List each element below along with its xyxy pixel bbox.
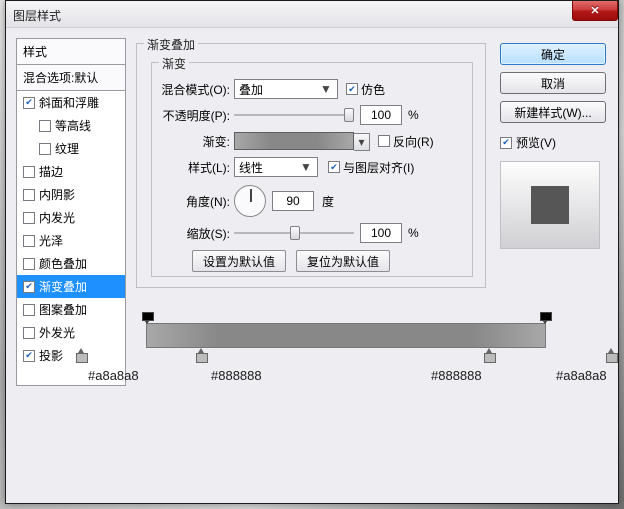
style-checkbox[interactable]: ✔ — [23, 97, 35, 109]
style-label: 斜面和浮雕 — [39, 94, 99, 111]
new-style-button[interactable]: 新建样式(W)... — [500, 101, 606, 123]
angle-unit: 度 — [322, 193, 334, 210]
style-checkbox[interactable] — [23, 258, 35, 270]
blend-options-default[interactable]: 混合选项:默认 — [16, 65, 126, 91]
style-item[interactable]: 颜色叠加 — [17, 252, 125, 275]
titlebar[interactable]: 图层样式 ✕ — [6, 1, 618, 28]
opacity-stop[interactable] — [142, 312, 152, 323]
gradient-group: 渐变 混合模式(O): 叠加▼ ✔ 仿色 不透明度(P): 100 % — [151, 62, 473, 277]
opacity-stop[interactable] — [540, 312, 550, 323]
style-checkbox[interactable] — [23, 166, 35, 178]
style-item[interactable]: 纹理 — [17, 137, 125, 160]
preview-swatch — [500, 161, 600, 249]
color-stop[interactable] — [484, 348, 494, 362]
style-label: 纹理 — [55, 140, 79, 157]
color-label: #a8a8a8 — [88, 368, 139, 383]
style-label: 样式(L): — [158, 159, 230, 176]
cancel-button[interactable]: 取消 — [500, 72, 606, 94]
angle-dial[interactable] — [234, 185, 266, 217]
gradient-bar[interactable] — [146, 323, 546, 348]
color-label: #a8a8a8 — [556, 368, 607, 383]
style-checkbox[interactable] — [39, 120, 51, 132]
make-default-button[interactable]: 设置为默认值 — [192, 250, 286, 272]
styles-panel: 样式 混合选项:默认 ✔ 斜面和浮雕等高线纹理描边内阴影内发光光泽颜色叠加 ✔ 渐变叠… — [16, 38, 126, 386]
styles-list: ✔ 斜面和浮雕等高线纹理描边内阴影内发光光泽颜色叠加 ✔ 渐变叠加图案叠加外发光 ✔ 投影 — [16, 91, 126, 386]
dither-label: 仿色 — [361, 81, 385, 98]
style-checkbox[interactable] — [23, 235, 35, 247]
style-label: 外发光 — [39, 324, 75, 341]
layer-style-dialog: 图层样式 ✕ 样式 混合选项:默认 ✔ 斜面和浮雕等高线纹理描边内阴影内发光光泽颜… — [5, 0, 619, 504]
style-checkbox[interactable]: ✔ — [23, 350, 35, 362]
style-label: 描边 — [39, 163, 63, 180]
chevron-down-icon[interactable]: ▾ — [354, 133, 370, 151]
style-item[interactable]: 描边 — [17, 160, 125, 183]
style-item[interactable]: 等高线 — [17, 114, 125, 137]
angle-label: 角度(N): — [158, 193, 230, 210]
ok-button[interactable]: 确定 — [500, 43, 606, 65]
style-checkbox[interactable] — [23, 212, 35, 224]
reverse-label: 反向(R) — [393, 133, 434, 150]
align-checkbox[interactable]: ✔ — [328, 161, 340, 173]
color-stop[interactable] — [76, 348, 86, 362]
scale-slider[interactable] — [234, 225, 354, 241]
opacity-value[interactable]: 100 — [360, 105, 402, 125]
style-item[interactable]: ✔ 渐变叠加 — [17, 275, 125, 298]
color-stop[interactable] — [196, 348, 206, 362]
preview-checkbox[interactable]: ✔ — [500, 137, 512, 149]
gradient-overlay-group: 渐变叠加 渐变 混合模式(O): 叠加▼ ✔ 仿色 不透明度(P): 100 % — [136, 43, 486, 288]
style-label: 渐变叠加 — [39, 278, 87, 295]
style-label: 等高线 — [55, 117, 91, 134]
scale-value[interactable]: 100 — [360, 223, 402, 243]
style-item[interactable]: 光泽 — [17, 229, 125, 252]
style-item[interactable]: 内发光 — [17, 206, 125, 229]
align-label: 与图层对齐(I) — [343, 159, 414, 176]
style-checkbox[interactable] — [23, 189, 35, 201]
group-title-outer: 渐变叠加 — [144, 36, 198, 53]
style-label: 图案叠加 — [39, 301, 87, 318]
opacity-label: 不透明度(P): — [158, 107, 230, 124]
style-checkbox[interactable] — [23, 304, 35, 316]
preview-label: 预览(V) — [516, 134, 556, 151]
style-combo[interactable]: 线性 ▼ — [234, 157, 318, 177]
gradient-preview[interactable]: ▾ — [234, 132, 354, 150]
style-item[interactable]: ✔ 投影 — [17, 344, 125, 367]
style-item[interactable]: 外发光 — [17, 321, 125, 344]
blendmode-combo[interactable]: 叠加 ▼ — [234, 79, 338, 99]
scale-label: 缩放(S): — [158, 225, 230, 242]
style-checkbox[interactable] — [23, 327, 35, 339]
dither-checkbox[interactable]: ✔ — [346, 83, 358, 95]
style-value: 线性 — [239, 159, 263, 176]
styles-header[interactable]: 样式 — [16, 38, 126, 65]
color-stop[interactable] — [606, 348, 616, 362]
style-checkbox[interactable]: ✔ — [23, 281, 35, 293]
close-button[interactable]: ✕ — [572, 1, 618, 21]
color-label: #888888 — [211, 368, 262, 383]
style-label: 光泽 — [39, 232, 63, 249]
style-checkbox[interactable] — [39, 143, 51, 155]
style-item[interactable]: 图案叠加 — [17, 298, 125, 321]
group-title-inner: 渐变 — [159, 55, 189, 72]
style-label: 投影 — [39, 347, 63, 364]
gradient-label: 渐变: — [158, 133, 230, 150]
opacity-unit: % — [408, 108, 419, 122]
style-label: 内发光 — [39, 209, 75, 226]
reverse-checkbox[interactable] — [378, 135, 390, 147]
blendmode-value: 叠加 — [239, 81, 263, 98]
style-label: 颜色叠加 — [39, 255, 87, 272]
scale-unit: % — [408, 226, 419, 240]
right-col: 确定 取消 新建样式(W)... ✔ 预览(V) — [500, 43, 606, 249]
color-label: #888888 — [431, 368, 482, 383]
style-item[interactable]: ✔ 斜面和浮雕 — [17, 91, 125, 114]
style-item[interactable]: 内阴影 — [17, 183, 125, 206]
reset-default-button[interactable]: 复位为默认值 — [296, 250, 390, 272]
blendmode-label: 混合模式(O): — [158, 81, 230, 98]
angle-value[interactable]: 90 — [272, 191, 314, 211]
chevron-down-icon: ▼ — [319, 82, 333, 96]
opacity-slider[interactable] — [234, 107, 354, 123]
window-title: 图层样式 — [13, 7, 61, 24]
style-label: 内阴影 — [39, 186, 75, 203]
chevron-down-icon: ▼ — [299, 160, 313, 174]
